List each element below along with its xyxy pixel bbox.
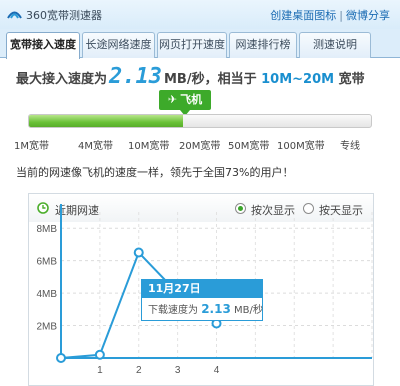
tooltip-body: 下载速度为 2.13 MB/秒 bbox=[142, 298, 263, 322]
y-tick-label: 4MB bbox=[36, 289, 57, 300]
x-tick-label: 1 bbox=[97, 365, 103, 376]
data-point bbox=[94, 349, 105, 360]
data-point bbox=[56, 353, 66, 363]
recent-speed-chart: 2MB 4MB 6MB 8MB 1 2 3 4 bbox=[36, 204, 373, 376]
tooltip-value: 2.13 bbox=[201, 302, 231, 316]
tooltip-date: 11月27日 bbox=[142, 280, 262, 298]
tooltip-label: 下载速度为 bbox=[148, 305, 198, 316]
y-tick-label: 2MB bbox=[36, 322, 57, 333]
x-tick-label: 4 bbox=[214, 365, 220, 376]
x-tick-label: 3 bbox=[175, 365, 181, 376]
y-tick-label: 6MB bbox=[36, 257, 57, 268]
y-tick-label: 8MB bbox=[36, 224, 57, 235]
tooltip-unit: MB/秒 bbox=[233, 305, 263, 316]
x-tick-label: 2 bbox=[136, 365, 142, 376]
data-point bbox=[133, 247, 144, 258]
chart-tooltip: 11月27日 下载速度为 2.13 MB/秒 bbox=[141, 279, 263, 321]
